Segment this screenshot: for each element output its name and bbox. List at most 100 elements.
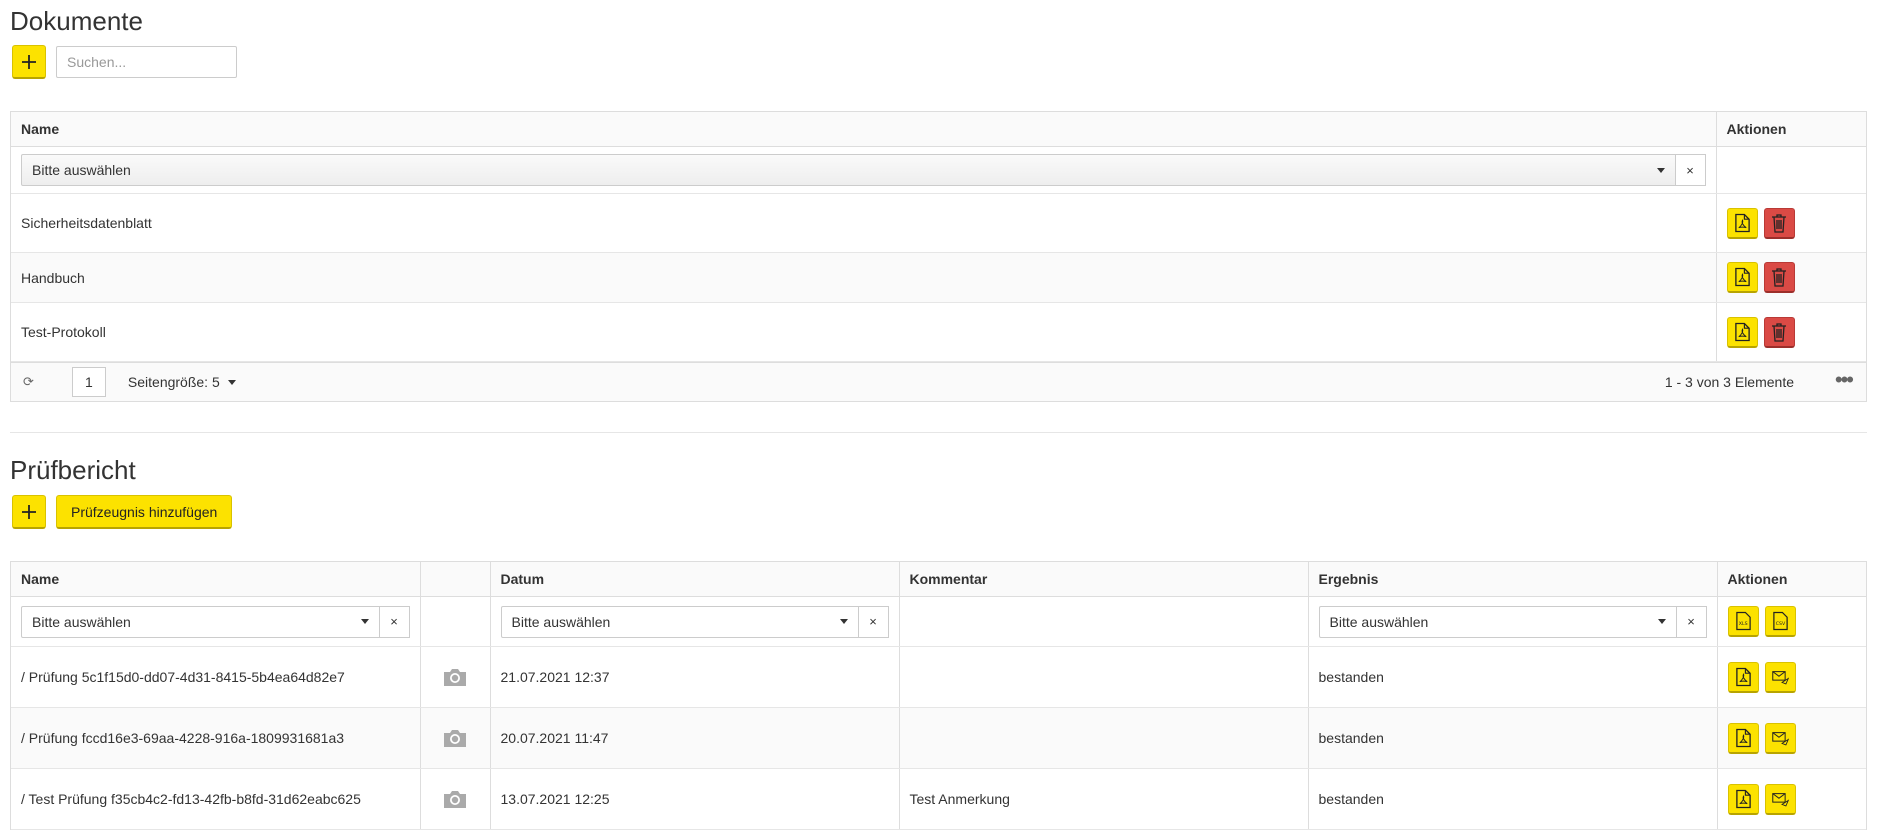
- documents-grid: Name Aktionen Bitte auswählen × Sicherhe…: [10, 111, 1867, 402]
- camera-icon[interactable]: [442, 666, 468, 688]
- table-row[interactable]: Sicherheitsdatenblatt: [11, 193, 1866, 253]
- report-result: bestanden: [1307, 768, 1717, 830]
- pager-info: 1 - 3 von 3 Elemente: [1664, 374, 1794, 390]
- report-comment: Test Anmerkung: [898, 768, 1308, 830]
- csv-export-icon: CSV: [1772, 611, 1788, 631]
- send-mail-button[interactable]: [1764, 783, 1796, 815]
- search-input[interactable]: [56, 46, 237, 78]
- page-size-label: Seitengröße: 5: [127, 374, 220, 390]
- report-date: 20.07.2021 11:47: [489, 707, 899, 769]
- pdf-download-button[interactable]: [1726, 262, 1758, 293]
- add-report-button[interactable]: [12, 495, 46, 529]
- name-filter-clear-button[interactable]: ×: [379, 605, 410, 638]
- trash-icon: [1772, 213, 1786, 233]
- date-filter-select[interactable]: Bitte auswählen: [500, 605, 859, 638]
- name-filter-select[interactable]: Bitte auswählen: [21, 154, 1676, 186]
- send-mail-button[interactable]: [1764, 661, 1796, 693]
- column-header-actions: Aktionen: [1715, 112, 1866, 147]
- caret-down-icon: [360, 619, 369, 624]
- delete-button[interactable]: [1763, 316, 1795, 348]
- column-header-actions: Aktionen: [1716, 562, 1866, 597]
- table-row[interactable]: / Prüfung 5c1f15d0-dd07-4d31-8415-5b4ea6…: [11, 646, 1866, 708]
- report-name: / Prüfung fccd16e3-69aa-4228-916a-180993…: [11, 707, 420, 769]
- report-name: / Prüfung 5c1f15d0-dd07-4d31-8415-5b4ea6…: [11, 646, 420, 708]
- name-filter-select[interactable]: Bitte auswählen: [21, 605, 380, 638]
- pdf-download-button[interactable]: [1727, 722, 1759, 754]
- section-divider: [10, 432, 1867, 433]
- send-mail-button[interactable]: [1764, 722, 1796, 754]
- plus-icon: [22, 504, 36, 519]
- documents-title: Dokumente: [10, 6, 143, 36]
- report-toolbar: Prüfzeugnis hinzufügen: [12, 495, 233, 529]
- pdf-download-button[interactable]: [1726, 207, 1758, 239]
- report-comment: [898, 646, 1308, 708]
- report-date: 21.07.2021 12:37: [489, 646, 899, 708]
- mail-send-icon: [1771, 792, 1789, 807]
- trash-icon: [1772, 268, 1786, 287]
- column-header-comment[interactable]: Kommentar: [898, 562, 1308, 597]
- report-title: Prüfbericht: [10, 455, 136, 485]
- csv-export-button[interactable]: CSV: [1764, 606, 1796, 637]
- svg-text:CSV: CSV: [1775, 621, 1785, 627]
- table-row[interactable]: / Test Prüfung f35cb4c2-fd13-42fb-b8fd-3…: [11, 768, 1866, 830]
- caret-down-icon: [1657, 619, 1666, 624]
- document-name: Handbuch: [11, 252, 1716, 303]
- pdf-icon: [1735, 667, 1751, 686]
- pdf-download-button[interactable]: [1727, 783, 1759, 815]
- caret-down-icon: [1656, 167, 1665, 173]
- svg-text:XLS: XLS: [1738, 621, 1747, 627]
- mail-send-icon: [1771, 670, 1789, 685]
- excel-export-button[interactable]: XLS: [1727, 606, 1759, 637]
- mail-send-icon: [1771, 731, 1789, 746]
- pdf-icon: [1735, 728, 1751, 747]
- caret-down-icon: [227, 379, 236, 385]
- table-row[interactable]: / Prüfung fccd16e3-69aa-4228-916a-180993…: [11, 707, 1866, 769]
- pdf-icon: [1734, 213, 1750, 232]
- result-filter-dropdown[interactable]: Bitte auswählen ×: [1318, 605, 1707, 638]
- page-size-dropdown[interactable]: Seitengröße: 5: [128, 374, 236, 390]
- filter-placeholder: Bitte auswählen: [1329, 613, 1429, 630]
- caret-down-icon: [839, 619, 848, 624]
- page-number[interactable]: 1: [71, 367, 106, 397]
- pdf-icon: [1734, 322, 1750, 341]
- camera-icon[interactable]: [442, 727, 468, 749]
- excel-export-icon: XLS: [1735, 611, 1751, 631]
- document-name: Test-Protokoll: [11, 302, 1716, 362]
- camera-icon[interactable]: [442, 788, 468, 810]
- report-name: / Test Prüfung f35cb4c2-fd13-42fb-b8fd-3…: [11, 768, 420, 830]
- result-filter-select[interactable]: Bitte auswählen: [1318, 605, 1677, 638]
- delete-button[interactable]: [1763, 262, 1795, 293]
- plus-icon: [22, 54, 36, 69]
- add-document-button[interactable]: [12, 45, 46, 79]
- add-certificate-button[interactable]: Prüfzeugnis hinzufügen: [56, 495, 233, 529]
- date-filter-clear-button[interactable]: ×: [858, 605, 889, 638]
- filter-placeholder: Bitte auswählen: [32, 162, 131, 178]
- table-row[interactable]: Handbuch: [11, 252, 1866, 303]
- filter-placeholder: Bitte auswählen: [32, 613, 131, 630]
- column-header-name[interactable]: Name: [11, 562, 420, 597]
- document-name: Sicherheitsdatenblatt: [11, 193, 1716, 253]
- name-filter-clear-button[interactable]: ×: [1675, 154, 1706, 186]
- trash-icon: [1772, 322, 1786, 342]
- name-filter-dropdown[interactable]: Bitte auswählen ×: [21, 605, 410, 638]
- report-grid: Name Datum Kommentar Ergebnis Aktionen B…: [10, 561, 1867, 830]
- date-filter-dropdown[interactable]: Bitte auswählen ×: [500, 605, 889, 638]
- column-header-date[interactable]: Datum: [489, 562, 899, 597]
- filter-placeholder: Bitte auswählen: [511, 613, 611, 630]
- pdf-download-button[interactable]: [1726, 316, 1758, 348]
- more-icon[interactable]: •••: [1835, 367, 1854, 393]
- table-row[interactable]: Test-Protokoll: [11, 302, 1866, 362]
- column-header-name[interactable]: Name: [11, 112, 1716, 147]
- report-date: 13.07.2021 12:25: [489, 768, 899, 830]
- report-result: bestanden: [1307, 707, 1717, 769]
- column-header-result[interactable]: Ergebnis: [1307, 562, 1717, 597]
- report-comment: [898, 707, 1308, 769]
- result-filter-clear-button[interactable]: ×: [1676, 605, 1707, 638]
- documents-toolbar: [12, 45, 237, 79]
- name-filter-dropdown[interactable]: Bitte auswählen ×: [21, 154, 1706, 186]
- refresh-icon[interactable]: ⟳: [23, 374, 34, 390]
- pdf-download-button[interactable]: [1727, 661, 1759, 693]
- pager: ⟳ 1 Seitengröße: 5 1 - 3 von 3 Elemente …: [11, 362, 1866, 401]
- delete-button[interactable]: [1763, 207, 1795, 239]
- report-result: bestanden: [1307, 646, 1717, 708]
